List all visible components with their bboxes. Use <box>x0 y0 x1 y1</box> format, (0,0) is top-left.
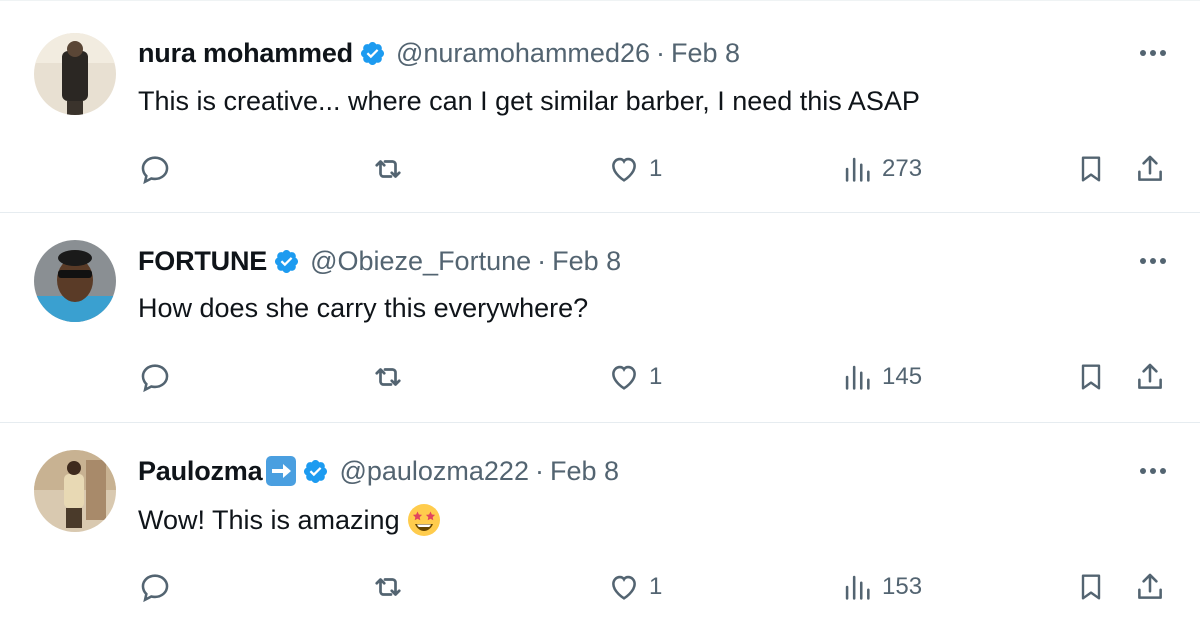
reply-button[interactable] <box>138 567 172 607</box>
like-button[interactable]: 1 <box>607 357 662 397</box>
action-bar: 1 273 <box>0 149 1200 189</box>
views-button[interactable]: 145 <box>840 357 922 397</box>
heart-icon <box>612 157 636 182</box>
user-handle[interactable]: @nuramohammed26 <box>396 38 650 69</box>
views-icon <box>845 157 870 182</box>
tweet-date[interactable]: Feb 8 <box>550 456 619 487</box>
verified-badge-icon <box>273 248 300 275</box>
share-icon <box>1138 573 1162 599</box>
bookmark-icon <box>1081 364 1101 390</box>
tweet-date[interactable]: Feb 8 <box>552 246 621 277</box>
tweet[interactable]: Paulozma @paulozma222 · Feb 8 Wow! This … <box>0 423 1200 628</box>
bookmark-button[interactable] <box>1075 149 1107 189</box>
tweet-date[interactable]: Feb 8 <box>671 38 740 69</box>
avatar[interactable] <box>34 240 116 322</box>
avatar[interactable] <box>34 33 116 115</box>
action-bar: 1 145 <box>0 357 1200 397</box>
verified-badge-icon <box>359 40 386 67</box>
separator-dot: · <box>537 245 547 276</box>
user-handle[interactable]: @Obieze_Fortune <box>310 246 531 277</box>
display-name[interactable]: Paulozma <box>138 456 263 487</box>
share-icon <box>1138 363 1162 389</box>
like-count: 1 <box>649 363 663 390</box>
like-count: 1 <box>649 573 663 600</box>
reply-icon <box>141 156 169 185</box>
retweet-icon <box>375 160 401 178</box>
views-icon <box>845 575 870 600</box>
views-button[interactable]: 273 <box>840 149 922 189</box>
tweet-text: How does she carry this everywhere? <box>138 290 588 326</box>
reply-button[interactable] <box>138 149 172 189</box>
tweet[interactable]: FORTUNE @Obieze_Fortune · Feb 8 How does… <box>0 213 1200 423</box>
bookmark-button[interactable] <box>1075 567 1107 607</box>
views-icon <box>845 365 870 390</box>
separator-dot: · <box>656 37 665 68</box>
share-button[interactable] <box>1133 357 1167 397</box>
tweet-header: Paulozma @paulozma222 · Feb 8 <box>138 453 619 489</box>
retweet-icon <box>375 368 401 386</box>
verified-badge-icon <box>302 458 329 485</box>
retweet-button[interactable] <box>370 149 406 189</box>
share-button[interactable] <box>1133 149 1167 189</box>
more-icon[interactable] <box>1136 246 1170 276</box>
reply-button[interactable] <box>138 357 172 397</box>
views-button[interactable]: 153 <box>840 567 922 607</box>
display-name[interactable]: nura mohammed <box>138 38 353 69</box>
like-count: 1 <box>649 155 663 182</box>
action-bar: 1 153 <box>0 567 1200 607</box>
avatar[interactable] <box>34 450 116 532</box>
bookmark-icon <box>1081 574 1101 600</box>
more-icon[interactable] <box>1136 38 1170 68</box>
retweet-button[interactable] <box>370 567 406 607</box>
share-button[interactable] <box>1133 567 1167 607</box>
tweet-header: FORTUNE @Obieze_Fortune · Feb 8 <box>138 243 621 279</box>
bookmark-button[interactable] <box>1075 357 1107 397</box>
separator-dot: · <box>534 455 544 486</box>
view-count: 273 <box>882 155 923 182</box>
more-icon[interactable] <box>1136 456 1170 486</box>
star-struck-emoji-icon <box>406 502 442 538</box>
tweet-text-content: Wow! This is amazing <box>138 504 400 535</box>
right-arrow-emoji-icon <box>266 456 297 486</box>
bookmark-icon <box>1081 156 1101 182</box>
like-button[interactable]: 1 <box>607 149 662 189</box>
user-handle[interactable]: @paulozma222 <box>339 456 529 487</box>
tweet-text: Wow! This is amazing <box>138 500 442 540</box>
tweet-header: nura mohammed @nuramohammed26 · Feb 8 <box>138 35 740 71</box>
heart-icon <box>612 365 636 390</box>
reply-icon <box>141 364 169 393</box>
display-name[interactable]: FORTUNE <box>138 246 267 277</box>
tweet[interactable]: nura mohammed @nuramohammed26 · Feb 8 Th… <box>0 0 1200 213</box>
tweet-text: This is creative... where can I get simi… <box>138 83 920 119</box>
heart-icon <box>612 575 636 600</box>
reply-feed: nura mohammed @nuramohammed26 · Feb 8 Th… <box>0 0 1200 628</box>
like-button[interactable]: 1 <box>607 567 662 607</box>
reply-icon <box>141 574 169 603</box>
share-icon <box>1138 155 1162 181</box>
view-count: 145 <box>882 363 923 390</box>
tweet-text-content: This is creative... where can I get simi… <box>138 85 920 116</box>
tweet-text-content: How does she carry this everywhere? <box>138 292 589 323</box>
retweet-icon <box>375 578 401 596</box>
view-count: 153 <box>882 573 923 600</box>
retweet-button[interactable] <box>370 357 406 397</box>
